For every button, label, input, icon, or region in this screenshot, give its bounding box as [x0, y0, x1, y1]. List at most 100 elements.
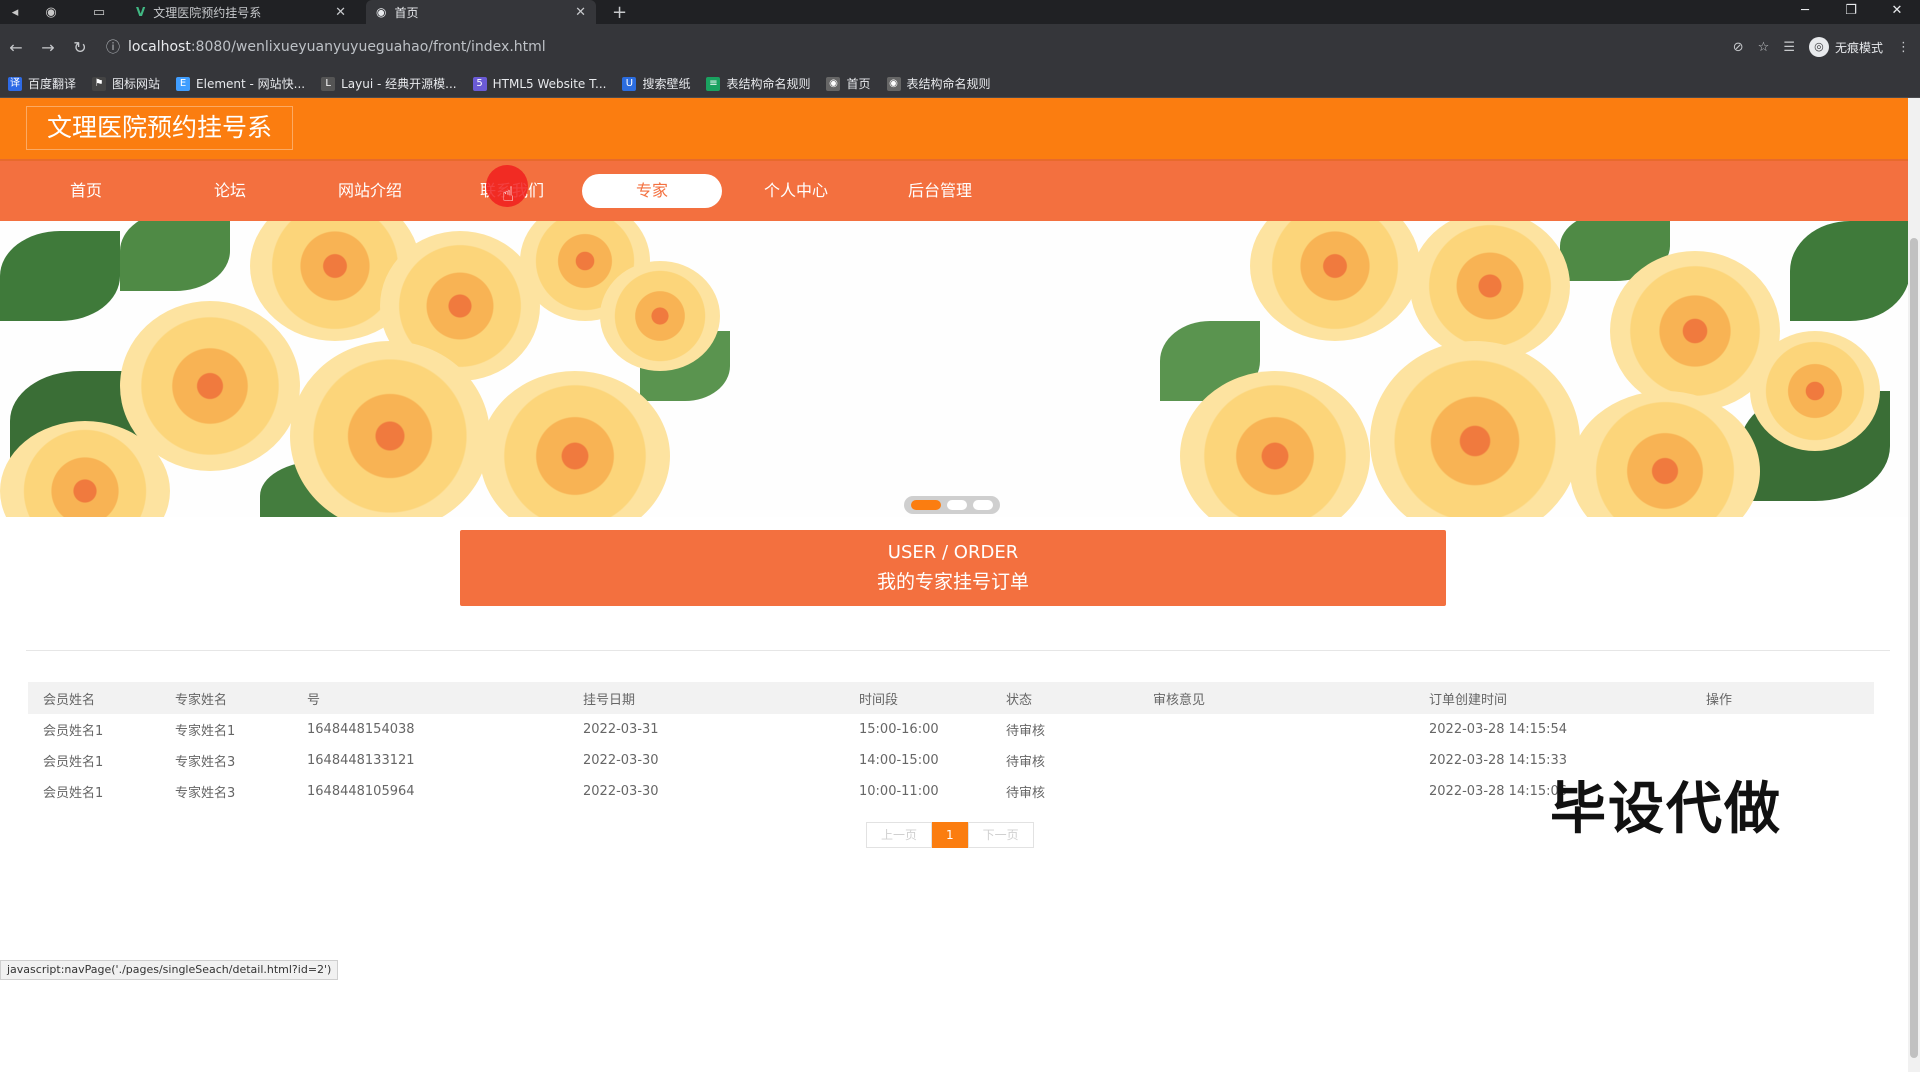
cell-expert-name: 专家姓名3: [175, 755, 236, 770]
bookmark[interactable]: ◉ 表结构命名规则: [886, 75, 991, 92]
bookmark-label: Element - 网站快...: [196, 77, 306, 91]
window-controls: ─ ❐ ✕: [1782, 0, 1920, 24]
cell-date: 2022-03-31: [583, 722, 659, 737]
prev-page-button[interactable]: 上一页: [866, 822, 933, 848]
column-header: 时间段: [859, 692, 899, 708]
column-header: 专家姓名: [175, 692, 228, 708]
cell-status: 待审核: [1006, 724, 1046, 739]
bookmark[interactable]: ≡ 表结构命名规则: [706, 75, 810, 92]
bookmark-label: 图标网站: [112, 77, 161, 91]
next-page-button[interactable]: 下一页: [967, 822, 1034, 848]
nav-about-site[interactable]: 网站介绍: [330, 161, 410, 221]
column-header: 审核意见: [1153, 692, 1206, 708]
carousel-dot-active[interactable]: [911, 500, 941, 510]
cell-timeslot: 14:00-15:00: [859, 753, 939, 768]
section-title-cn: 我的专家挂号订单: [876, 571, 1029, 593]
tab-site[interactable]: V 文理医院预约挂号系 ✕: [126, 0, 356, 24]
nav-home[interactable]: 首页: [46, 161, 126, 221]
globe-icon: ◉: [886, 76, 901, 91]
cell-member-name: 会员姓名1: [43, 724, 104, 739]
cell-status: 待审核: [1006, 755, 1046, 770]
forward-icon[interactable]: →: [32, 38, 64, 57]
site-title: 文理医院预约挂号系: [26, 106, 294, 150]
translate-icon: 译: [8, 76, 22, 91]
table-header: 会员姓名 专家姓名 号 挂号日期 时间段 状态 审核意见 订单创建时间 操作: [28, 682, 1874, 714]
address-bar: ← → ↻ ⓘ localhost:8080/wenlixueyuanyuyue…: [0, 24, 1920, 70]
cell-created: 2022-03-28 14:15:33: [1429, 753, 1568, 768]
cell-expert-name: 专家姓名3: [175, 786, 236, 801]
bookmark[interactable]: 译百度翻译: [8, 75, 76, 92]
eye-off-icon[interactable]: ⊘: [1733, 40, 1744, 55]
status-bar-url: javascript:navPage('./pages/singleSeach/…: [0, 960, 339, 980]
bookmark-label: Layui - 经典开源模...: [341, 77, 457, 91]
nav-personal-center[interactable]: 个人中心: [756, 161, 836, 221]
banner-carousel[interactable]: [0, 221, 1908, 517]
new-tab-button[interactable]: +: [612, 0, 627, 24]
close-icon[interactable]: ✕: [335, 5, 346, 20]
page-1-button[interactable]: 1: [932, 822, 968, 848]
flag-icon: ⚑: [92, 76, 107, 91]
element-icon: E: [176, 76, 191, 91]
carousel-indicator: [904, 496, 1000, 514]
section-title-en: USER / ORDER: [887, 542, 1019, 563]
layui-icon: L: [321, 76, 336, 91]
restore-icon[interactable]: ❐: [1828, 0, 1874, 24]
mute-icon[interactable]: ◂: [0, 0, 30, 24]
wallpaper-icon: U: [622, 76, 637, 91]
column-header: 挂号日期: [583, 692, 636, 708]
site-header: 文理医院预约挂号系: [0, 98, 1908, 159]
vue-logo-icon: V: [136, 5, 146, 19]
tab-title: 首页: [394, 5, 419, 20]
reading-list-icon[interactable]: ☰: [1783, 40, 1795, 55]
carousel-dot[interactable]: [947, 500, 967, 510]
address-bar-actions: ⊘ ☆ ☰ ◎ 无痕模式 ⋮: [1733, 24, 1910, 70]
pagination: 上一页 1 下一页: [866, 822, 1034, 848]
cell-expert-name: 专家姓名1: [175, 724, 236, 739]
nav-admin[interactable]: 后台管理: [900, 161, 980, 221]
bookmark[interactable]: U 搜索壁纸: [622, 75, 690, 92]
cell-created: 2022-03-28 14:15:06: [1429, 784, 1568, 799]
back-icon[interactable]: ←: [0, 38, 32, 57]
close-icon[interactable]: ✕: [575, 5, 586, 20]
page-scrollbar[interactable]: [1908, 98, 1920, 1072]
bookmark[interactable]: 5 HTML5 Website T...: [472, 76, 607, 91]
section-header: USER / ORDER 我的专家挂号订单: [460, 530, 1446, 606]
minimize-icon[interactable]: ─: [1782, 0, 1828, 24]
nav-experts[interactable]: 专家: [582, 174, 722, 208]
incognito-label: 无痕模式: [1834, 40, 1883, 55]
close-window-icon[interactable]: ✕: [1874, 0, 1920, 24]
bookmark[interactable]: L Layui - 经典开源模...: [321, 75, 457, 92]
hand-cursor-icon: ☝: [502, 182, 515, 206]
sheet-icon: ≡: [706, 76, 721, 91]
carousel-dot[interactable]: [973, 500, 993, 510]
bookmark-label: 表结构命名规则: [726, 77, 811, 91]
scrollbar-thumb[interactable]: [1910, 238, 1918, 1058]
main-nav: 首页 论坛 网站介绍 联系我们 专家 个人中心 后台管理: [0, 159, 1908, 221]
column-header: 操作: [1706, 692, 1733, 708]
cell-number: 1648448133121: [307, 753, 415, 768]
bookmark[interactable]: ◉ 首页: [826, 75, 871, 92]
info-icon[interactable]: ⓘ: [106, 37, 120, 57]
globe-icon[interactable]: ◉: [36, 0, 66, 24]
bookmark-label: 搜索壁纸: [642, 77, 691, 91]
reload-icon[interactable]: ↻: [64, 38, 96, 57]
bookmark[interactable]: E Element - 网站快...: [176, 75, 305, 92]
cell-member-name: 会员姓名1: [43, 755, 104, 770]
column-header: 会员姓名: [43, 692, 96, 708]
bookmarks-bar: 译百度翻译 ⚑ 图标网站 E Element - 网站快... L Layui - 经…: [0, 70, 1920, 98]
bookmark-label: HTML5 Website T...: [492, 76, 607, 91]
window-icon[interactable]: ▭: [84, 0, 114, 24]
globe-icon: ◉: [826, 76, 841, 91]
cell-date: 2022-03-30: [583, 784, 659, 799]
menu-icon[interactable]: ⋮: [1897, 40, 1910, 55]
bookmark[interactable]: ⚑ 图标网站: [92, 75, 160, 92]
url-field[interactable]: ⓘ localhost:8080/wenlixueyuanyuyueguahao…: [106, 32, 1666, 62]
incognito-badge[interactable]: ◎ 无痕模式: [1808, 37, 1883, 57]
table-row[interactable]: 会员姓名1 专家姓名1 1648448154038 2022-03-31 15:…: [28, 714, 1874, 745]
star-icon[interactable]: ☆: [1758, 40, 1770, 55]
watermark-text: 毕设代做: [1550, 777, 1782, 842]
nav-forum[interactable]: 论坛: [190, 161, 270, 221]
tab-home[interactable]: ◉ 首页 ✕: [366, 0, 596, 24]
cell-number: 1648448154038: [307, 722, 415, 737]
cell-status: 待审核: [1006, 786, 1046, 801]
